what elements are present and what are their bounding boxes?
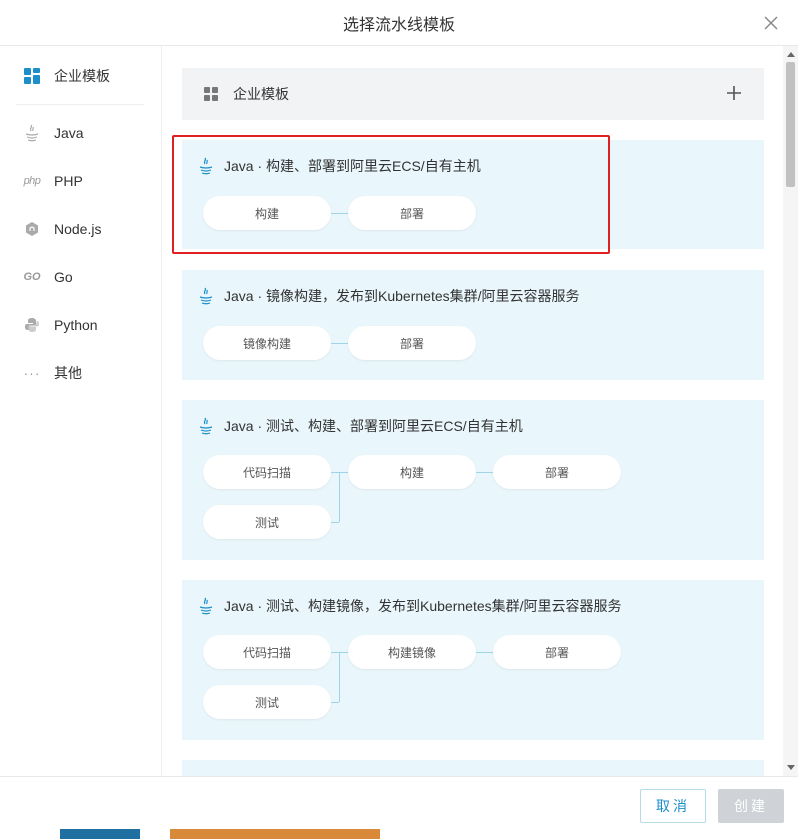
java-icon (199, 417, 213, 435)
sidebar-item-java[interactable]: Java (22, 121, 84, 145)
stage-connector (331, 213, 348, 214)
stage-connector (331, 343, 348, 344)
group-title: 企业模板 (233, 86, 289, 102)
scrollbar[interactable] (783, 46, 798, 776)
template-category-sidebar: 企业模板 Java php PHP Node.js GO Go Python ·… (0, 46, 162, 776)
stage-connector (339, 652, 340, 702)
php-icon: php (23, 175, 41, 187)
stage-connector (339, 472, 340, 522)
sidebar-item-other[interactable]: ··· 其他 (22, 361, 83, 385)
grid-icon (204, 86, 219, 102)
template-card[interactable]: Java · 镜像构建，发布到Kubernetes集群/阿里云容器服务 镜像构建… (182, 270, 764, 380)
template-card[interactable]: Java · 测试、构建、部署到阿里云ECS/自有主机 代码扫描 测试 构建 部… (182, 400, 764, 560)
more-icon: ··· (23, 365, 41, 381)
template-title: Java · 构建、部署到阿里云ECS/自有主机 (198, 156, 481, 176)
python-icon (22, 315, 42, 335)
scroll-up-arrow-icon[interactable] (787, 52, 795, 57)
scroll-down-arrow-icon[interactable] (787, 765, 795, 770)
template-title: Java · 测试、构建、部署到阿里云ECS/自有主机 (198, 416, 523, 436)
stage-connector (331, 702, 339, 703)
stage-node: 部署 (348, 196, 476, 230)
template-title-text: Java · 镜像构建，发布到Kubernetes集群/阿里云容器服务 (224, 288, 580, 304)
template-card[interactable]: Java · 测试、构建镜像，发布到Kubernetes集群/阿里云容器服务 代… (182, 580, 764, 740)
sidebar-item-label: Node.js (54, 221, 102, 237)
template-title-text: Java · 测试、构建镜像，发布到Kubernetes集群/阿里云容器服务 (224, 598, 622, 614)
stage-node: 测试 (203, 505, 331, 539)
template-title: Java · 镜像构建，发布到Kubernetes集群/阿里云容器服务 (198, 286, 580, 306)
create-button[interactable]: 创建 (718, 789, 784, 823)
background-strip (170, 829, 380, 839)
java-icon (199, 157, 213, 175)
java-icon (199, 597, 213, 615)
group-header: 企业模板 (182, 68, 764, 120)
cancel-button[interactable]: 取消 (640, 789, 706, 823)
stage-node: 代码扫描 (203, 455, 331, 489)
pipeline-template-dialog: 选择流水线模板 企业模板 Java php PHP Node.js GO Go … (0, 0, 798, 839)
stage-node: 部署 (493, 635, 621, 669)
sidebar-item-python[interactable]: Python (22, 313, 98, 337)
stage-node: 构建 (203, 196, 331, 230)
stage-node: 镜像构建 (203, 326, 331, 360)
template-card[interactable] (182, 760, 764, 776)
sidebar-item-label: 其他 (54, 365, 82, 381)
template-list: 企业模板 Java · 构建、部署到阿里云ECS/自有主机 构建 部署 Java… (163, 46, 783, 776)
sidebar-item-label: PHP (54, 173, 83, 189)
grid-icon (22, 66, 42, 86)
sidebar-item-label: 企业模板 (54, 68, 110, 84)
sidebar-item-php[interactable]: php PHP (22, 169, 83, 193)
sidebar-item-go[interactable]: GO Go (22, 265, 73, 289)
java-icon (22, 123, 42, 143)
close-icon[interactable] (760, 12, 782, 34)
stage-node: 测试 (203, 685, 331, 719)
sidebar-item-label: Python (54, 317, 98, 333)
stage-connector (476, 652, 493, 653)
template-title-text: Java · 测试、构建、部署到阿里云ECS/自有主机 (224, 418, 523, 434)
sidebar-item-label: Go (54, 269, 73, 285)
stage-connector (331, 522, 339, 523)
stage-node: 构建 (348, 455, 476, 489)
go-icon: GO (23, 271, 41, 283)
stage-node: 构建镜像 (348, 635, 476, 669)
template-title: Java · 测试、构建镜像，发布到Kubernetes集群/阿里云容器服务 (198, 596, 622, 616)
dialog-header: 选择流水线模板 (0, 0, 798, 46)
nodejs-icon (22, 219, 42, 239)
sidebar-item-enterprise[interactable]: 企业模板 (22, 64, 110, 88)
stage-connector (476, 472, 493, 473)
sidebar-item-label: Java (54, 125, 84, 141)
sidebar-item-nodejs[interactable]: Node.js (22, 217, 101, 241)
background-strip (60, 829, 140, 839)
stage-node: 部署 (348, 326, 476, 360)
scroll-thumb[interactable] (786, 62, 795, 187)
java-icon (199, 287, 213, 305)
stage-node: 部署 (493, 455, 621, 489)
template-title-text: Java · 构建、部署到阿里云ECS/自有主机 (224, 158, 481, 174)
template-card[interactable]: Java · 构建、部署到阿里云ECS/自有主机 构建 部署 (182, 140, 764, 249)
plus-icon[interactable] (724, 83, 744, 103)
dialog-title: 选择流水线模板 (342, 16, 455, 34)
sidebar-divider (16, 104, 144, 105)
stage-node: 代码扫描 (203, 635, 331, 669)
